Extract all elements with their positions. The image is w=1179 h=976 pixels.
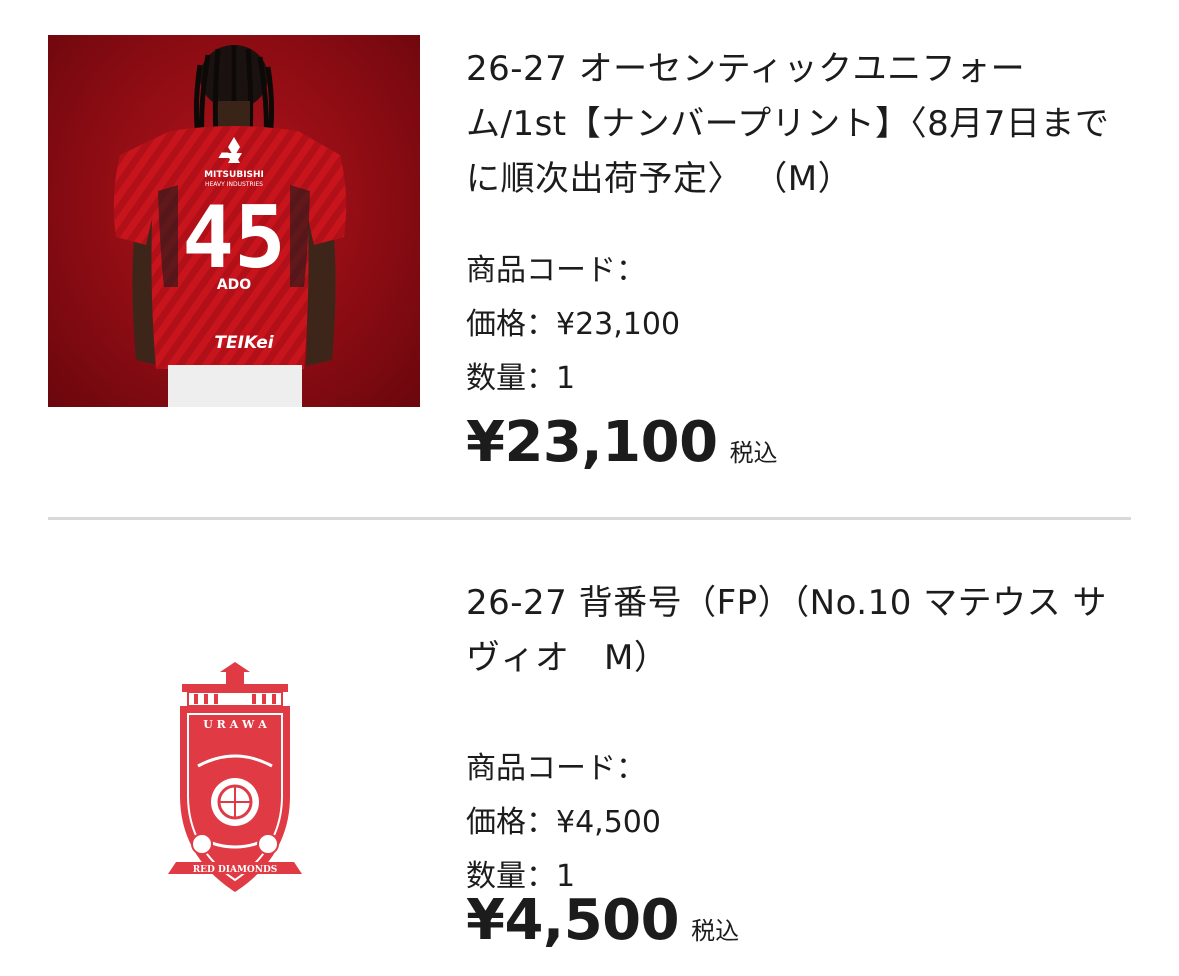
shirt-number: 45 bbox=[182, 188, 286, 288]
product-title[interactable]: 26-27 背番号（FP）（No.10 マテウス サヴィオ M） bbox=[466, 576, 1116, 686]
line-total: ¥4,500 税込 bbox=[466, 886, 739, 956]
product-meta: 商品コード： 価格：¥23,100 数量：1 bbox=[466, 244, 680, 406]
product-price: 価格：¥4,500 bbox=[466, 805, 661, 840]
product-price: 価格：¥23,100 bbox=[466, 307, 681, 342]
crest-top-text: U R A W A bbox=[203, 718, 267, 731]
line-total: ¥23,100 税込 bbox=[466, 408, 778, 478]
line-total-price: ¥23,100 bbox=[466, 410, 718, 475]
tax-included-label: 税込 bbox=[691, 917, 740, 945]
crest-bottom-text: RED DIAMONDS bbox=[193, 865, 278, 875]
product-title[interactable]: 26-27 オーセンティックユニフォーム/1st【ナンバープリント】〈8月7日ま… bbox=[466, 42, 1116, 207]
sponsor-top-1: MITSUBISHI bbox=[204, 170, 264, 180]
product-image-crest[interactable]: U R A W A RED DIAMONDS bbox=[48, 576, 420, 948]
product-meta: 商品コード： 価格：¥4,500 数量：1 bbox=[466, 742, 661, 904]
product-code: 商品コード： bbox=[466, 751, 646, 786]
sponsor-top-2: HEAVY INDUSTRIES bbox=[205, 181, 263, 188]
urawa-crest-logo: U R A W A RED DIAMONDS bbox=[168, 662, 302, 892]
product-code: 商品コード： bbox=[466, 253, 646, 288]
jersey-photo: MITSUBISHI HEAVY INDUSTRIES 45 ADO TEIKe… bbox=[113, 45, 347, 407]
player-name: ADO bbox=[217, 277, 251, 293]
sponsor-bottom: TEIKei bbox=[214, 333, 274, 353]
product-quantity: 数量：1 bbox=[466, 361, 576, 396]
product-image-jersey[interactable]: MITSUBISHI HEAVY INDUSTRIES 45 ADO TEIKe… bbox=[48, 35, 420, 407]
cart-item: U R A W A RED DIAMONDS 26-27 背番号（FP）（No.… bbox=[0, 520, 1179, 976]
line-total-price: ¥4,500 bbox=[466, 888, 680, 953]
cart-item: MITSUBISHI HEAVY INDUSTRIES 45 ADO TEIKe… bbox=[0, 0, 1179, 518]
tax-included-label: 税込 bbox=[729, 439, 778, 467]
